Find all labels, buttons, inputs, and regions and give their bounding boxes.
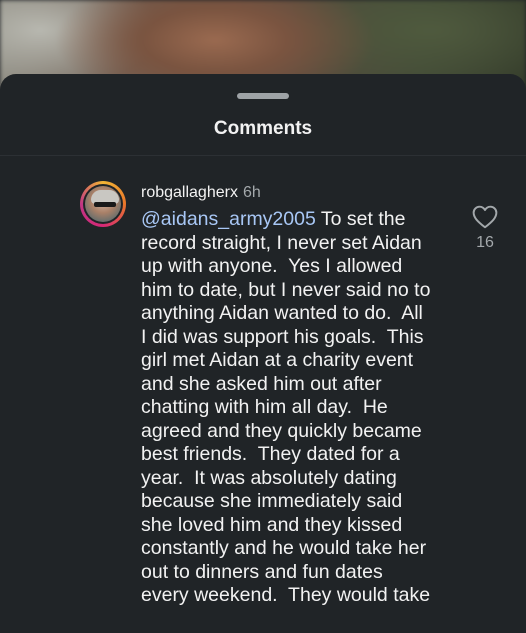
- comment-text: To set the record straight, I never set …: [141, 208, 431, 606]
- sheet-title: Comments: [213, 118, 313, 139]
- like-column: 16: [468, 205, 502, 252]
- comment-username[interactable]: robgallagherx: [141, 184, 238, 201]
- comment-time: 6h: [242, 184, 261, 201]
- comment-item: robgallagherx 6h @aidans_army2005 To set …: [141, 182, 451, 608]
- avatar-face: [85, 186, 121, 222]
- avatar-glasses: [94, 202, 116, 207]
- like-count: 16: [476, 234, 494, 251]
- drag-handle[interactable]: [237, 93, 289, 99]
- header-divider: [0, 155, 526, 156]
- comment-meta: robgallagherx 6h: [141, 182, 451, 208]
- comment-mention[interactable]: @aidans_army2005: [141, 208, 316, 230]
- avatar[interactable]: [83, 184, 123, 224]
- comment-body: @aidans_army2005 To set the record strai…: [141, 208, 451, 608]
- heart-icon[interactable]: [472, 205, 498, 229]
- story-ring[interactable]: [80, 181, 126, 227]
- comments-sheet: Comments robgallagherx 6h @aidans_army200…: [0, 74, 526, 633]
